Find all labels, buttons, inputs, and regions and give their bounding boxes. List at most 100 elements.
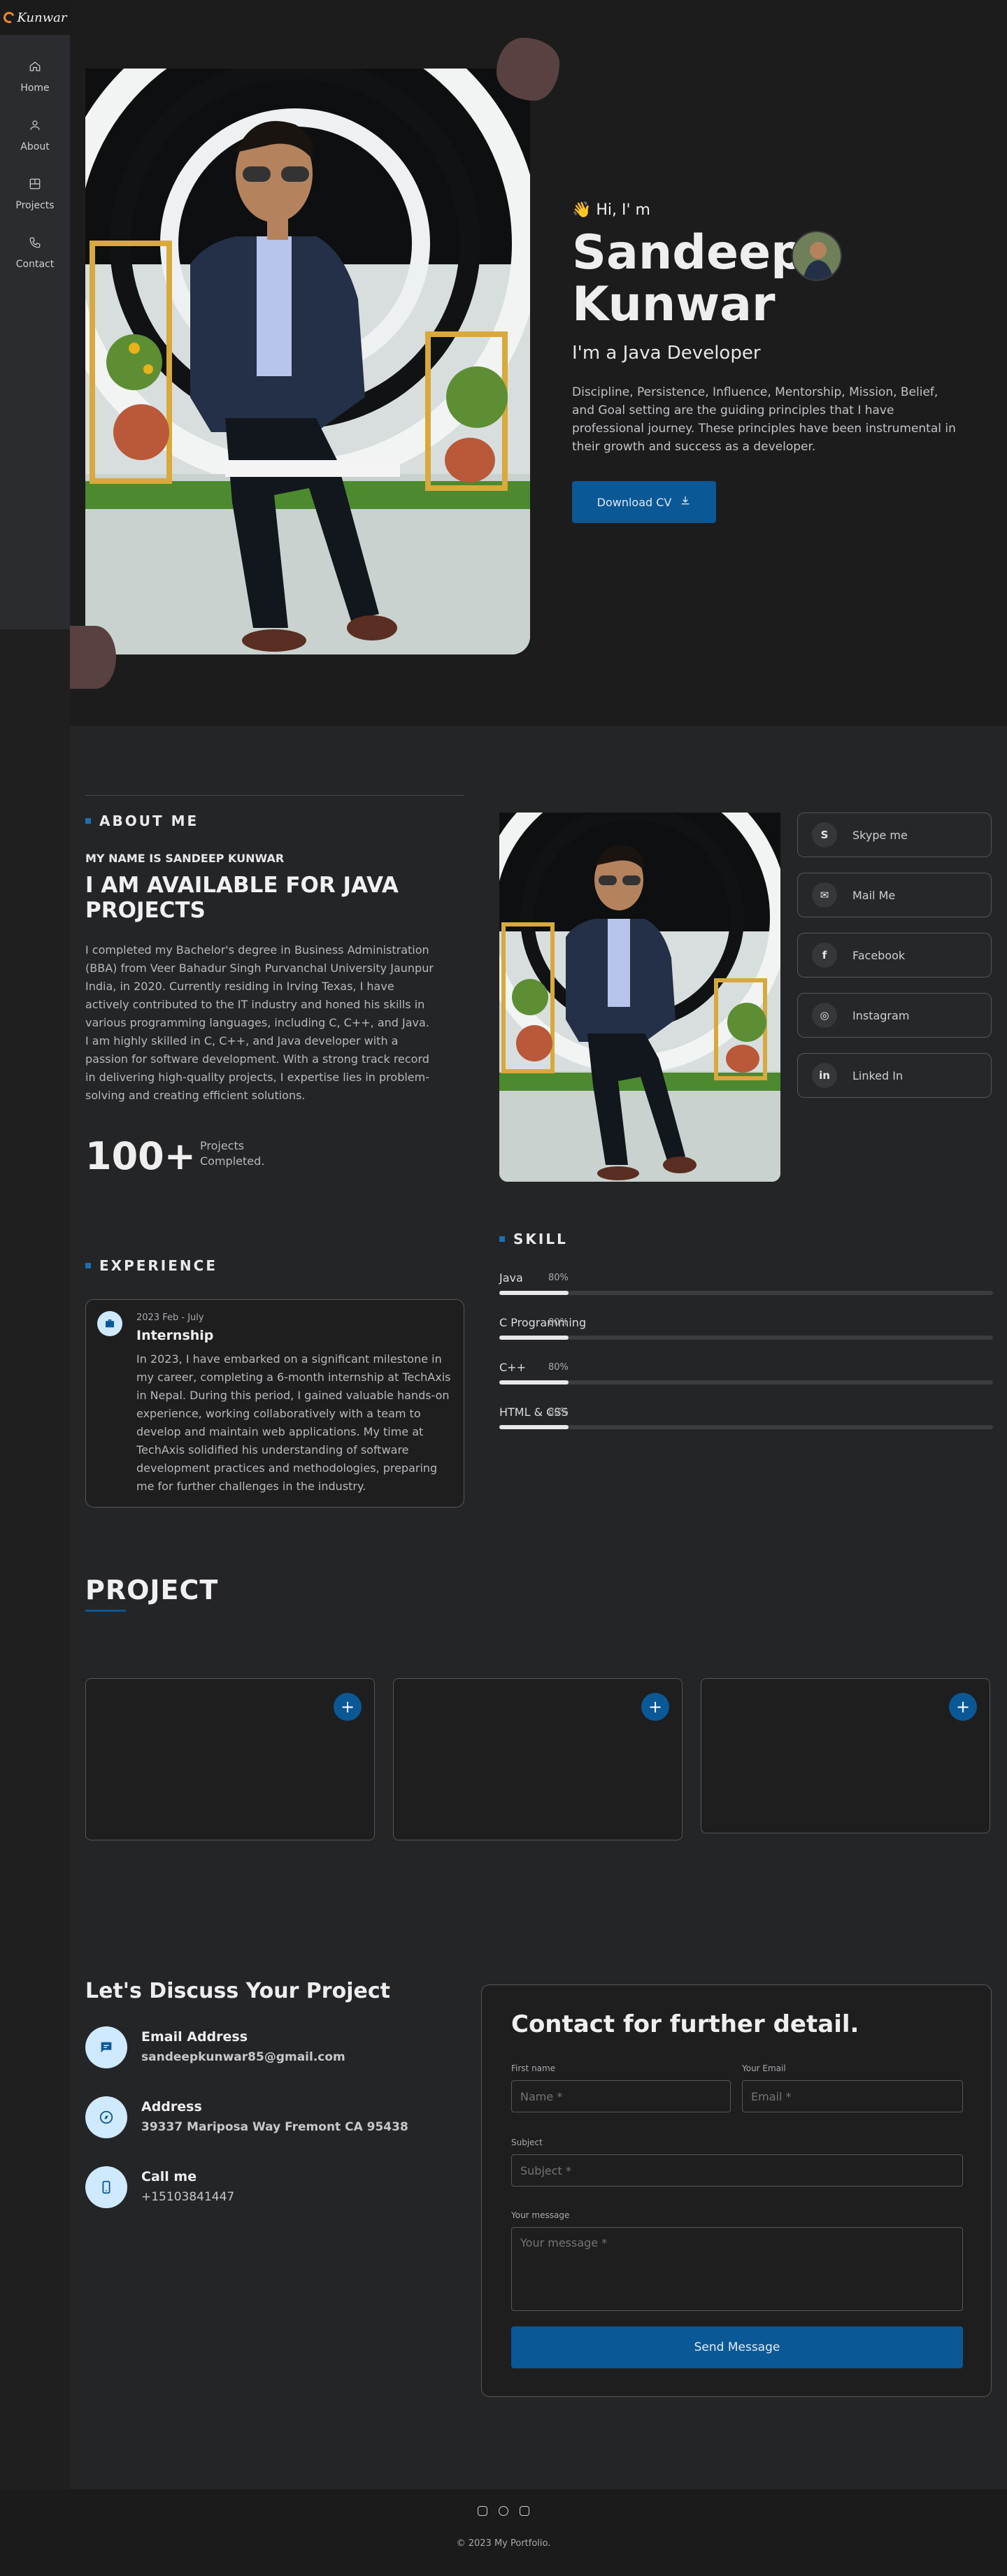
about-subtitle: MY NAME IS SANDEEP KUNWAR — [85, 852, 285, 865]
skill-progress-fill — [499, 1380, 569, 1384]
home-icon — [29, 60, 41, 76]
email-value[interactable]: sandeepkunwar85@gmail.com — [141, 2050, 345, 2064]
skype-icon: S — [812, 822, 837, 847]
compass-icon — [85, 2096, 127, 2138]
hero-role: I'm a Java Developer — [572, 343, 761, 364]
subject-input[interactable] — [511, 2154, 963, 2187]
message-textarea[interactable] — [511, 2227, 963, 2311]
about-portrait-photo — [499, 813, 780, 1182]
project-card[interactable]: + — [85, 1678, 375, 1840]
chat-icon — [85, 2026, 127, 2068]
social-label: Skype me — [852, 828, 908, 842]
label-dot-icon — [85, 818, 91, 824]
discuss-title: Let's Discuss Your Project — [85, 1979, 390, 2003]
subject-label: Subject — [511, 2138, 543, 2147]
experience-title: Internship — [136, 1328, 214, 1343]
linkedin-icon[interactable] — [520, 2506, 529, 2516]
decorative-blob — [70, 626, 116, 689]
address-title: Address — [141, 2099, 202, 2115]
briefcase-icon — [97, 1311, 122, 1336]
hero-avatar — [792, 231, 842, 281]
social-button-mail[interactable]: ✉ Mail Me — [797, 873, 992, 917]
social-button-skype[interactable]: S Skype me — [797, 813, 992, 857]
nav-item-label: Home — [20, 83, 50, 94]
skill-name: C Programming — [499, 1316, 587, 1329]
hero-portrait-photo — [85, 69, 530, 654]
nav-item-projects[interactable]: Projects — [0, 178, 70, 211]
address-value: 39337 Mariposa Way Fremont CA 95438 — [141, 2120, 408, 2134]
experience-date: 2023 Feb - July — [136, 1312, 204, 1323]
title-underline — [85, 1610, 126, 1612]
user-icon — [29, 119, 41, 134]
section-divider — [85, 795, 464, 796]
social-label: Mail Me — [852, 888, 896, 902]
social-button-linkedin[interactable]: in Linked In — [797, 1053, 992, 1098]
experience-label-text: EXPERIENCE — [99, 1257, 217, 1274]
project-section-title: PROJECT — [85, 1575, 219, 1605]
instagram-icon: ◎ — [812, 1003, 837, 1028]
contact-form-title: Contact for further detail. — [511, 2010, 859, 2038]
facebook-icon[interactable] — [499, 2506, 508, 2516]
nav-item-label: Contact — [15, 259, 55, 270]
plus-icon[interactable]: + — [949, 1693, 977, 1721]
facebook-icon: f — [812, 943, 837, 968]
project-card[interactable]: + — [393, 1678, 683, 1840]
download-icon — [680, 495, 691, 509]
first-name-input[interactable] — [511, 2080, 731, 2112]
email-input[interactable] — [742, 2080, 963, 2112]
phone-value[interactable]: +15103841447 — [141, 2190, 234, 2204]
social-button-instagram[interactable]: ◎ Instagram — [797, 993, 992, 1038]
message-label: Your message — [511, 2210, 570, 2220]
footer-social-icons — [0, 2506, 1007, 2516]
about-section-label: ABOUT ME — [85, 813, 199, 829]
social-label: Instagram — [852, 1008, 910, 1022]
contact-form: Contact for further detail. First name Y… — [481, 1984, 992, 2397]
about-text: I completed my Bachelor's degree in Busi… — [85, 943, 434, 1102]
project-card[interactable]: + — [701, 1678, 990, 1833]
skill-percent: 80% — [548, 1273, 569, 1283]
skill-percent: 80% — [548, 1317, 569, 1328]
hero-description: Discipline, Persistence, Influence, Ment… — [572, 385, 956, 454]
skill-name: C++ — [499, 1361, 526, 1374]
logo[interactable]: Kunwar — [0, 0, 70, 35]
experience-card: 2023 Feb - July Internship In 2023, I ha… — [85, 1299, 464, 1508]
skill-progress-bar — [499, 1380, 993, 1384]
logo-mark-icon — [1, 10, 16, 25]
logo-text: Kunwar — [17, 10, 67, 25]
email-label: Your Email — [742, 2063, 786, 2073]
download-cv-label: Download CV — [597, 495, 672, 509]
plus-icon[interactable]: + — [334, 1693, 362, 1721]
social-label: Facebook — [852, 948, 906, 962]
social-label: Linked In — [852, 1068, 904, 1082]
skill-label-text: SKILL — [513, 1231, 568, 1247]
call-title: Call me — [141, 2169, 197, 2184]
hero-name: Sandeep Kunwar — [572, 225, 805, 332]
download-cv-button[interactable]: Download CV — [572, 481, 716, 523]
skill-progress-bar — [499, 1425, 993, 1429]
hero-greeting: 👋 Hi, I' m — [572, 201, 650, 219]
copyright-text: © 2023 My Portfolio. — [456, 2538, 551, 2549]
footer: © 2023 My Portfolio. — [0, 2489, 1007, 2576]
nav-item-home[interactable]: Home — [0, 60, 70, 94]
contact-email-info: Email Address sandeepkunwar85@gmail.com — [85, 2026, 345, 2068]
nav-item-contact[interactable]: Contact — [0, 236, 70, 270]
skill-progress-bar — [499, 1291, 993, 1295]
plus-icon[interactable]: + — [641, 1693, 669, 1721]
projects-icon — [29, 178, 41, 193]
skill-name: Java — [499, 1271, 523, 1285]
social-button-facebook[interactable]: f Facebook — [797, 933, 992, 978]
skill-percent: 80% — [548, 1407, 569, 1417]
first-name-label: First name — [511, 2063, 556, 2073]
mobile-icon — [85, 2166, 127, 2208]
skill-percent: 80% — [548, 1362, 569, 1373]
nav-item-label: Projects — [15, 200, 55, 211]
experience-section-label: EXPERIENCE — [85, 1257, 217, 1274]
email-title: Email Address — [141, 2029, 248, 2045]
skill-progress-fill — [499, 1291, 569, 1295]
nav-item-about[interactable]: About — [0, 119, 70, 152]
instagram-icon[interactable] — [478, 2506, 487, 2516]
projects-count-label: Projects Completed. — [200, 1139, 265, 1168]
nav-item-label: About — [20, 141, 50, 152]
hero-section: 👋 Hi, I' m Sandeep Kunwar I'm a Java Dev… — [70, 0, 1007, 726]
send-message-button[interactable]: Send Message — [511, 2326, 963, 2368]
